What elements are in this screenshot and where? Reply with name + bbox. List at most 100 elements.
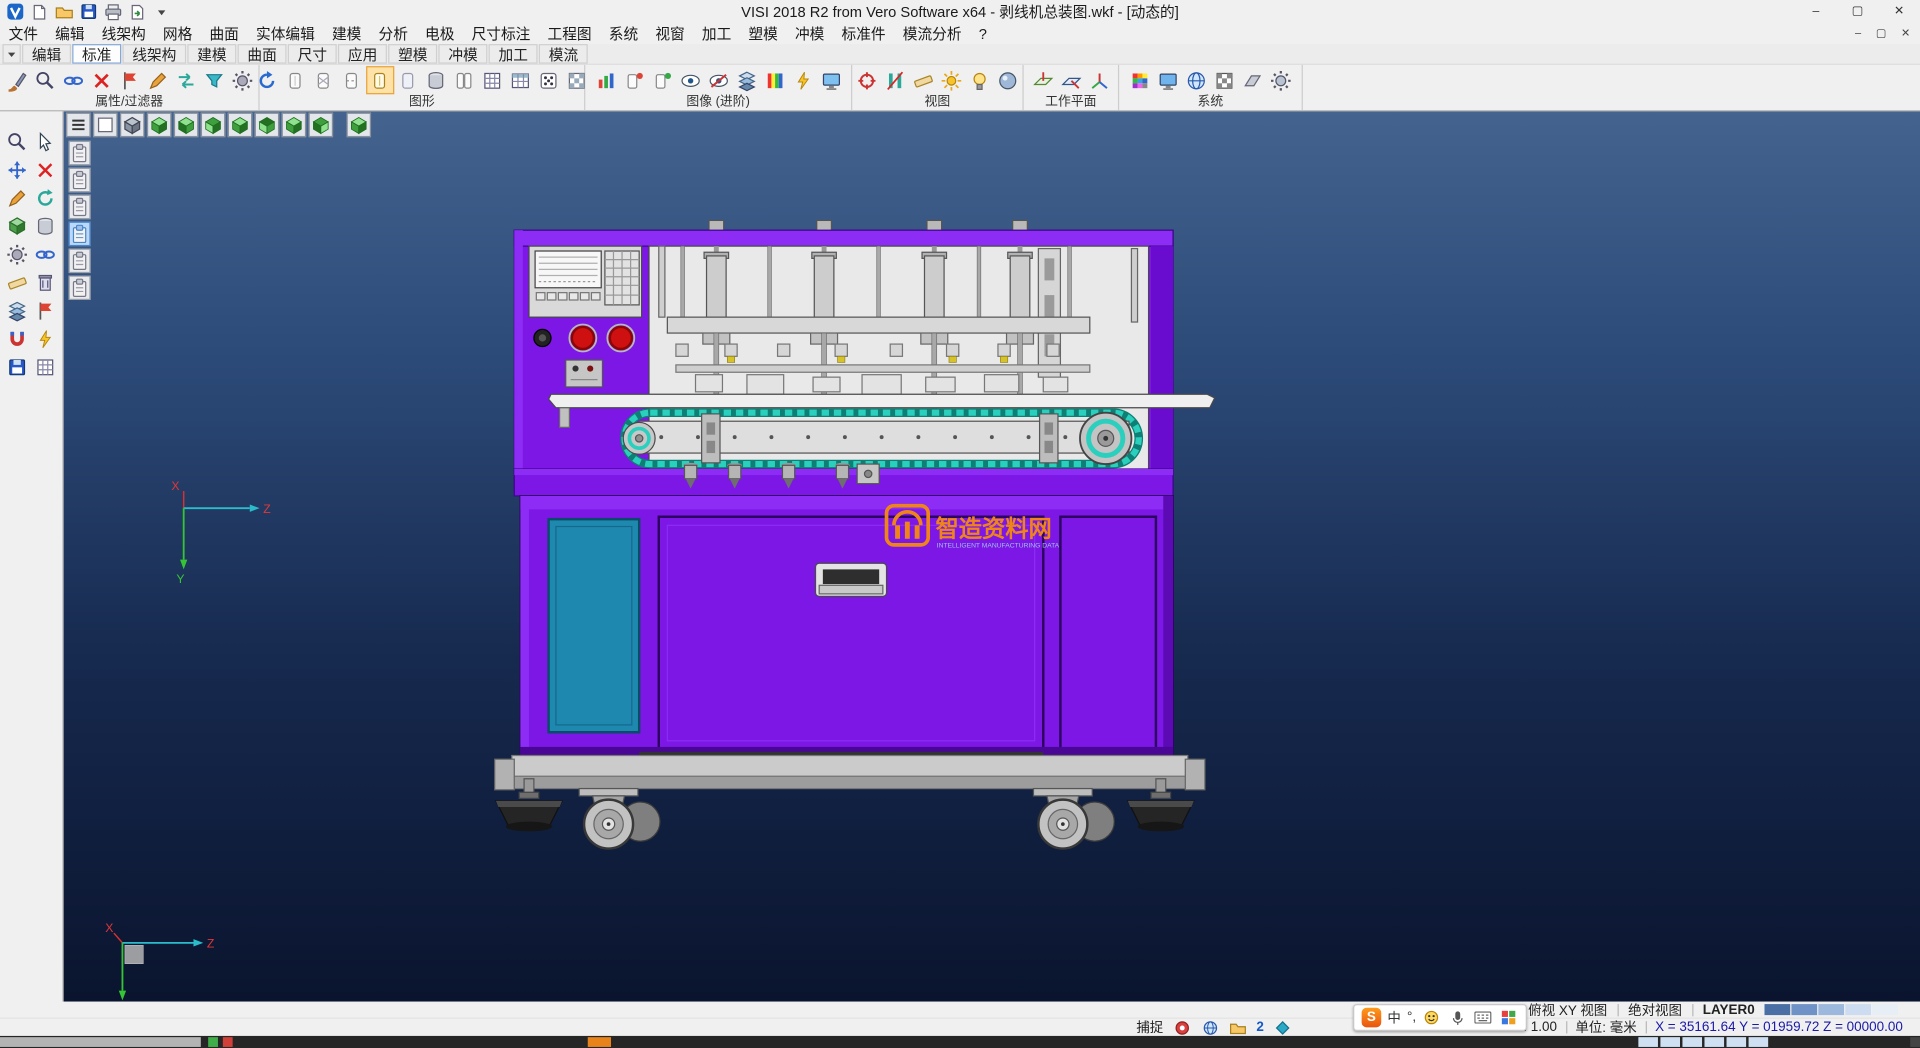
menu-solid-edit[interactable]: 实体编辑 bbox=[247, 23, 323, 44]
sidebar-cylinder-icon[interactable] bbox=[32, 213, 59, 240]
taskbar-tile[interactable] bbox=[1660, 1037, 1680, 1047]
ime-punctuation-toggle[interactable]: °, bbox=[1407, 1010, 1416, 1025]
ime-emoji-icon[interactable] bbox=[1422, 1009, 1442, 1026]
sidebar-cut-red-icon[interactable] bbox=[32, 157, 59, 184]
target-crosshair-icon[interactable] bbox=[853, 66, 881, 94]
tray-record-icon[interactable] bbox=[1172, 1019, 1192, 1036]
table-grid-icon[interactable] bbox=[506, 66, 534, 94]
column-red-badge-icon[interactable] bbox=[620, 66, 648, 94]
hidden-line-view-icon[interactable] bbox=[337, 66, 365, 94]
sidebar-layers-icon[interactable] bbox=[4, 298, 31, 325]
measure-bars-icon[interactable] bbox=[881, 66, 909, 94]
dice-icon[interactable] bbox=[534, 66, 562, 94]
ime-language-toggle[interactable]: 中 bbox=[1387, 1008, 1400, 1028]
ime-toolbox-icon[interactable] bbox=[1499, 1009, 1519, 1026]
color-palette-icon[interactable] bbox=[1126, 66, 1154, 94]
shaded-view-icon[interactable] bbox=[281, 66, 309, 94]
link-chain-icon[interactable] bbox=[59, 66, 87, 94]
filter-funnel-icon[interactable] bbox=[200, 66, 228, 94]
sidebar-rotate-icon[interactable] bbox=[32, 185, 59, 212]
cut-flag-icon[interactable] bbox=[115, 66, 143, 94]
monitor-preview-icon[interactable] bbox=[817, 66, 845, 94]
taskbar-tile[interactable] bbox=[1727, 1037, 1747, 1047]
sidebar-select-arrow-icon[interactable] bbox=[32, 129, 59, 156]
minimize-button[interactable]: – bbox=[1795, 0, 1837, 23]
sidebar-trash-icon[interactable] bbox=[32, 269, 59, 296]
grid-icon[interactable] bbox=[478, 66, 506, 94]
eye-visible-icon[interactable] bbox=[676, 66, 704, 94]
iso-view-cube-8-icon[interactable] bbox=[347, 113, 371, 137]
twin-column-icon[interactable] bbox=[450, 66, 478, 94]
menu-system[interactable]: 系统 bbox=[600, 23, 647, 44]
menu-electrode[interactable]: 电极 bbox=[416, 23, 463, 44]
mdi-restore-button[interactable]: ▢ bbox=[1876, 27, 1886, 40]
close-button[interactable]: ✕ bbox=[1878, 0, 1920, 23]
redraw-refresh-icon[interactable] bbox=[253, 66, 281, 94]
eye-hidden-icon[interactable] bbox=[704, 66, 732, 94]
filter-gear-icon[interactable] bbox=[228, 66, 256, 94]
swap-arrows-icon[interactable] bbox=[171, 66, 199, 94]
menu-progress[interactable]: 冲模 bbox=[786, 23, 833, 44]
sidebar-zoom-icon[interactable] bbox=[4, 129, 31, 156]
print-icon[interactable] bbox=[103, 2, 123, 22]
sidebar-flag-icon[interactable] bbox=[32, 298, 59, 325]
tab-edit[interactable]: 编辑 bbox=[22, 44, 71, 64]
tray-globe-icon[interactable] bbox=[1200, 1019, 1220, 1036]
stripe-palette-icon[interactable] bbox=[760, 66, 788, 94]
save-file-icon[interactable] bbox=[78, 2, 98, 22]
clipboard-item-1-icon[interactable] bbox=[69, 141, 91, 165]
sun-icon[interactable] bbox=[937, 66, 965, 94]
lightning-icon[interactable] bbox=[789, 66, 817, 94]
menu-window[interactable]: 视窗 bbox=[647, 23, 694, 44]
cylinder-view-icon[interactable] bbox=[422, 66, 450, 94]
slant-plane-icon[interactable] bbox=[1239, 66, 1267, 94]
sidebar-ruler-icon[interactable] bbox=[4, 269, 31, 296]
menu-standard-parts[interactable]: 标准件 bbox=[833, 23, 894, 44]
sidebar-save-icon[interactable] bbox=[4, 354, 31, 381]
axis-triad-icon[interactable] bbox=[1085, 66, 1113, 94]
sidebar-pan-cross-icon[interactable] bbox=[4, 157, 31, 184]
current-shading-mode-icon[interactable] bbox=[366, 66, 394, 94]
absolute-view-label[interactable]: 绝对视图 bbox=[1628, 1000, 1682, 1020]
sidebar-lightning-icon[interactable] bbox=[32, 326, 59, 353]
quick-access-dropdown-icon[interactable] bbox=[152, 2, 172, 22]
mdi-close-button[interactable]: ✕ bbox=[1901, 27, 1910, 40]
ime-mic-icon[interactable] bbox=[1448, 1009, 1468, 1026]
open-file-icon[interactable] bbox=[54, 2, 74, 22]
wireframe-view-icon[interactable] bbox=[309, 66, 337, 94]
sidebar-grid-icon[interactable] bbox=[32, 354, 59, 381]
menu-analysis[interactable]: 分析 bbox=[370, 23, 417, 44]
iso-view-cube-2-icon[interactable] bbox=[174, 113, 198, 137]
delete-red-x-icon[interactable] bbox=[87, 66, 115, 94]
tab-application[interactable]: 应用 bbox=[338, 44, 387, 64]
taskbar-tile[interactable] bbox=[1638, 1037, 1658, 1047]
tab-modeling[interactable]: 建模 bbox=[187, 44, 236, 64]
menu-wireframe[interactable]: 线架构 bbox=[93, 23, 154, 44]
sidebar-gear-icon[interactable] bbox=[4, 241, 31, 268]
tray-diamond-icon[interactable] bbox=[1272, 1019, 1292, 1036]
menu-machining[interactable]: 加工 bbox=[693, 23, 740, 44]
menu-help[interactable]: ? bbox=[970, 23, 995, 44]
taskbar-tile[interactable] bbox=[1682, 1037, 1702, 1047]
iso-view-cube-1-icon[interactable] bbox=[147, 113, 171, 137]
column-green-badge-icon[interactable] bbox=[648, 66, 676, 94]
clipboard-item-6-icon[interactable] bbox=[69, 276, 91, 300]
clipboard-item-3-icon[interactable] bbox=[69, 195, 91, 219]
view-menu-hamburger-icon[interactable] bbox=[66, 113, 90, 137]
globe-icon[interactable] bbox=[1182, 66, 1210, 94]
ghost-view-icon[interactable] bbox=[394, 66, 422, 94]
view-wire-cube-icon[interactable] bbox=[120, 113, 144, 137]
menu-mould[interactable]: 塑模 bbox=[740, 23, 787, 44]
sidebar-chain-icon[interactable] bbox=[32, 241, 59, 268]
iso-view-cube-6-icon[interactable] bbox=[282, 113, 306, 137]
menu-flow-analysis[interactable]: 模流分析 bbox=[894, 23, 970, 44]
sidebar-magnet-icon[interactable] bbox=[4, 326, 31, 353]
workplane-icon[interactable] bbox=[1029, 66, 1057, 94]
viewport-3d[interactable]: 智造资料网 INTELLIGENT MANUFACTURING DATA X Z… bbox=[64, 111, 1920, 1001]
sidebar-cube-icon[interactable] bbox=[4, 213, 31, 240]
tab-flow[interactable]: 模流 bbox=[539, 44, 588, 64]
clipboard-item-5-icon[interactable] bbox=[69, 249, 91, 273]
tab-mould[interactable]: 塑模 bbox=[388, 44, 437, 64]
ime-logo[interactable]: S bbox=[1362, 1008, 1382, 1028]
taskbar-tile[interactable] bbox=[1704, 1037, 1724, 1047]
